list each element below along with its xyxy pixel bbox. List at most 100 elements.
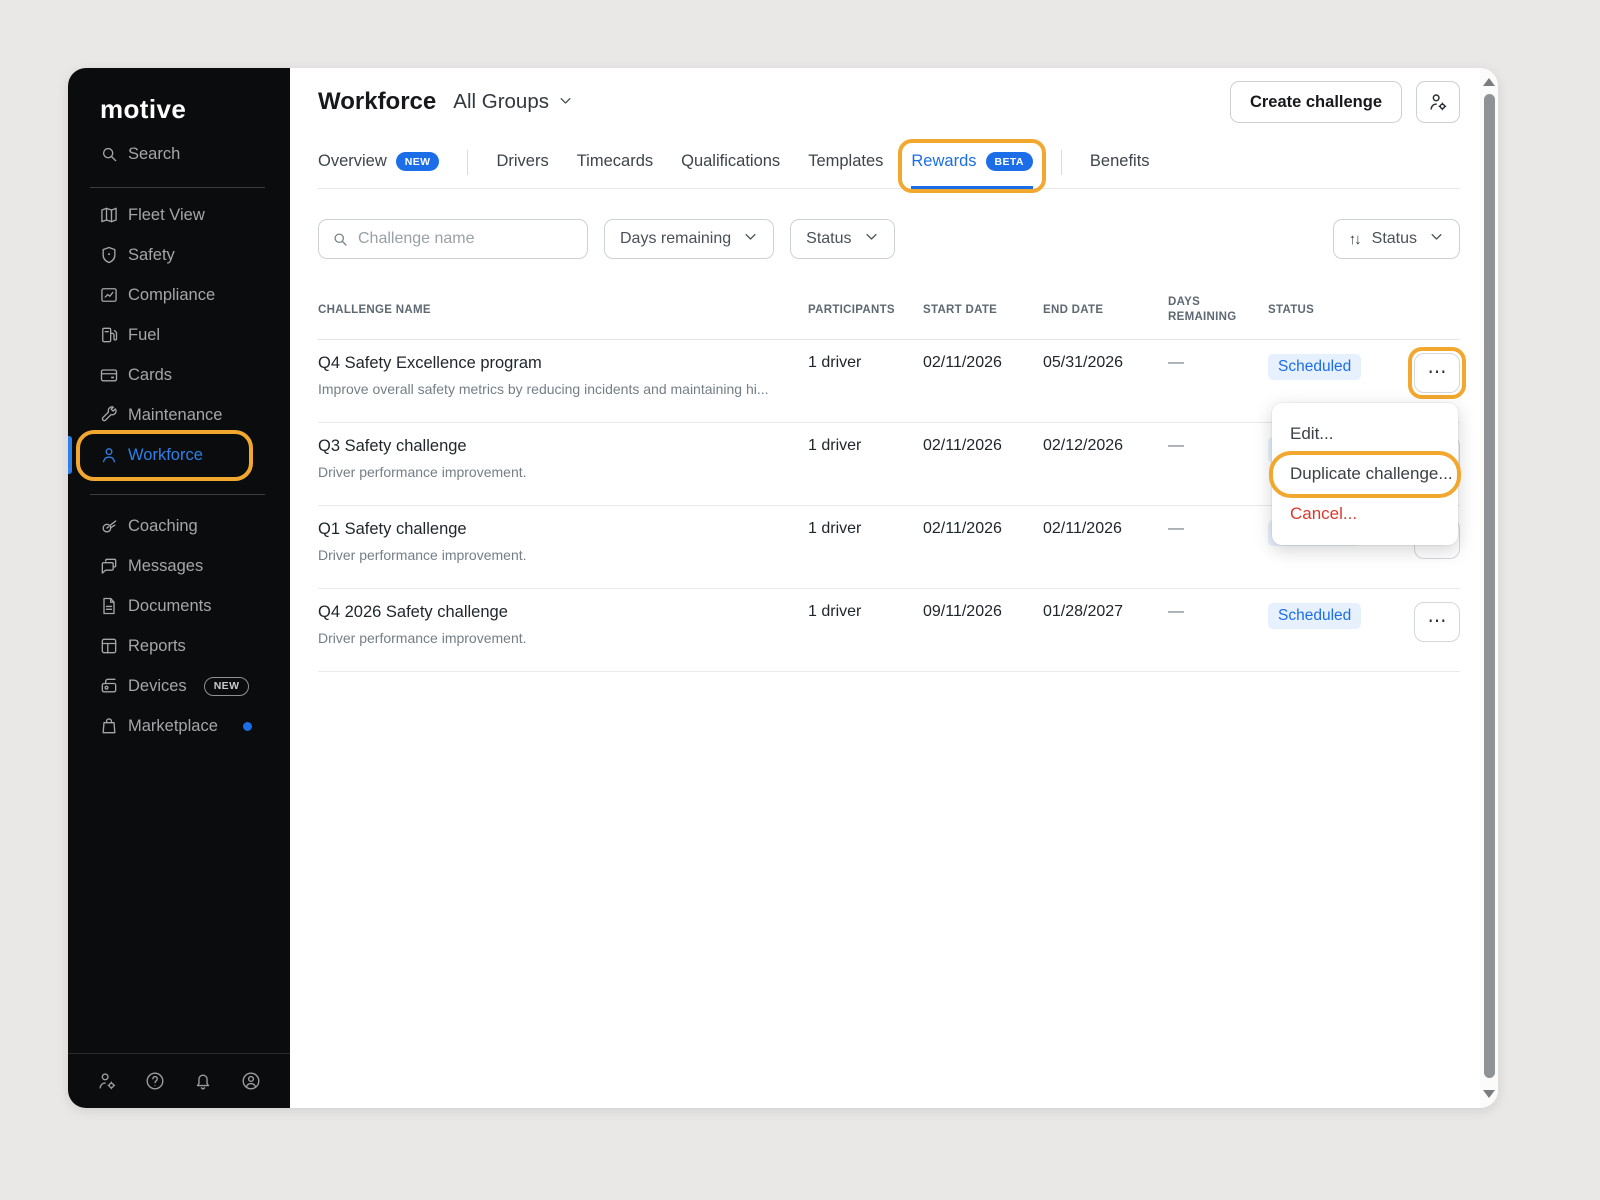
person-icon: [99, 445, 119, 465]
document-icon: [99, 596, 119, 616]
sort-selector-label: Status: [1372, 230, 1417, 248]
start-date-cell: 02/11/2026: [923, 423, 1043, 455]
sidebar-item-marketplace[interactable]: Marketplace: [68, 706, 290, 746]
days-remaining-filter-label: Days remaining: [620, 230, 731, 248]
bag-icon: [99, 716, 119, 736]
filter-bar: Days remaining Status ↑↓ Status: [318, 219, 1460, 259]
sidebar-item-label: Fuel: [128, 326, 160, 345]
end-date-cell: 02/11/2026: [1043, 506, 1168, 538]
days-remaining-filter[interactable]: Days remaining: [604, 219, 774, 259]
end-date-cell: 01/28/2027: [1043, 589, 1168, 621]
sort-selector[interactable]: ↑↓ Status: [1333, 219, 1460, 259]
table-header-cell: CHALLENGE NAME: [318, 303, 808, 318]
participants-cell: 1 driver: [808, 506, 923, 538]
sidebar-item-label: Cards: [128, 366, 172, 385]
menu-item-edit[interactable]: Edit...: [1272, 415, 1458, 453]
motive-logo: motive: [100, 94, 290, 125]
menu-item-label: Cancel...: [1290, 504, 1357, 524]
start-date-cell: 09/11/2026: [923, 589, 1043, 621]
tab-divider: [1061, 150, 1062, 175]
challenge-name: Q3 Safety challenge: [318, 437, 808, 456]
table-header-row: CHALLENGE NAMEPARTICIPANTSSTART DATEEND …: [318, 287, 1460, 340]
start-date-cell: 02/11/2026: [923, 506, 1043, 538]
sidebar-item-fuel[interactable]: Fuel: [68, 315, 290, 355]
status-filter-label: Status: [806, 230, 851, 248]
sidebar-item-search[interactable]: Search: [68, 134, 290, 174]
menu-item-duplicate-challenge[interactable]: Duplicate challenge...: [1272, 453, 1458, 495]
sidebar-item-label: Devices: [128, 677, 187, 696]
sidebar-item-workforce[interactable]: Workforce: [68, 435, 290, 475]
create-challenge-button[interactable]: Create challenge: [1230, 81, 1402, 123]
tab-timecards[interactable]: Timecards: [577, 152, 653, 189]
sidebar-item-label: Maintenance: [128, 406, 222, 425]
sidebar-item-safety[interactable]: Safety: [68, 235, 290, 275]
sidebar-item-reports[interactable]: Reports: [68, 626, 290, 666]
wrench-icon: [99, 405, 119, 425]
scrollbar-thumb[interactable]: [1484, 94, 1495, 1078]
status-badge: Scheduled: [1268, 603, 1361, 629]
tab-label: Templates: [808, 152, 883, 171]
table-header-cell: PARTICIPANTS: [808, 303, 923, 318]
table-header-cell: START DATE: [923, 303, 1043, 318]
sidebar-item-coaching[interactable]: Coaching: [68, 506, 290, 546]
shield-icon: [99, 245, 119, 265]
sidebar-divider: [90, 187, 265, 188]
sidebar-item-label: Workforce: [128, 446, 203, 465]
tab-label: Benefits: [1090, 152, 1150, 171]
report-icon: [99, 636, 119, 656]
participants-cell: 1 driver: [808, 340, 923, 372]
compliance-icon: [99, 285, 119, 305]
tab-label: Overview: [318, 152, 387, 171]
tab-bar: Overview NEW Drivers Timecards Qualifica…: [318, 150, 1460, 189]
tab-label: Timecards: [577, 152, 653, 171]
sidebar: motive Search Fleet View Safety Complian…: [68, 68, 290, 1108]
sidebar-item-label: Compliance: [128, 286, 215, 305]
challenge-search-input[interactable]: [358, 230, 575, 248]
sidebar-item-compliance[interactable]: Compliance: [68, 275, 290, 315]
tab-benefits[interactable]: Benefits: [1090, 152, 1150, 189]
tab-overview[interactable]: Overview NEW: [318, 152, 439, 189]
chevron-down-icon: [558, 90, 573, 114]
scroll-down-arrow[interactable]: [1483, 1090, 1495, 1098]
challenge-search-field[interactable]: [318, 219, 588, 259]
notifications-icon[interactable]: [192, 1070, 214, 1092]
days-remaining-cell: —: [1168, 340, 1268, 372]
challenge-name-cell[interactable]: Q4 Safety Excellence program Improve ove…: [318, 340, 808, 397]
sidebar-item-fleet-view[interactable]: Fleet View: [68, 195, 290, 235]
sidebar-item-maintenance[interactable]: Maintenance: [68, 395, 290, 435]
challenge-name-cell[interactable]: Q1 Safety challenge Driver performance i…: [318, 506, 808, 563]
help-icon[interactable]: [144, 1070, 166, 1092]
chevron-down-icon: [864, 229, 879, 249]
sidebar-item-label: Fleet View: [128, 206, 205, 225]
challenge-name-cell[interactable]: Q4 2026 Safety challenge Driver performa…: [318, 589, 808, 646]
group-selector[interactable]: All Groups: [453, 90, 573, 114]
sidebar-item-messages[interactable]: Messages: [68, 546, 290, 586]
sidebar-item-cards[interactable]: Cards: [68, 355, 290, 395]
user-settings-button[interactable]: [1416, 81, 1460, 123]
menu-item-cancel[interactable]: Cancel...: [1272, 495, 1458, 533]
tab-qualifications[interactable]: Qualifications: [681, 152, 780, 189]
header-actions: Create challenge: [1230, 81, 1460, 123]
search-icon: [331, 230, 349, 248]
challenge-name-cell[interactable]: Q3 Safety challenge Driver performance i…: [318, 423, 808, 480]
tab-divider: [467, 150, 468, 175]
status-cell: Scheduled: [1268, 589, 1414, 629]
sidebar-divider: [90, 494, 265, 495]
menu-item-label: Duplicate challenge...: [1290, 464, 1453, 484]
user-settings-icon[interactable]: [96, 1070, 118, 1092]
fuel-icon: [99, 325, 119, 345]
tab-templates[interactable]: Templates: [808, 152, 883, 189]
account-icon[interactable]: [240, 1070, 262, 1092]
row-menu-button[interactable]: ⋯: [1414, 602, 1460, 642]
tab-rewards[interactable]: Rewards BETA: [911, 152, 1033, 189]
row-menu-button[interactable]: ⋯: [1414, 353, 1460, 393]
status-filter[interactable]: Status: [790, 219, 894, 259]
beta-badge: BETA: [986, 152, 1033, 171]
days-remaining-cell: —: [1168, 589, 1268, 621]
sidebar-item-documents[interactable]: Documents: [68, 586, 290, 626]
chat-icon: [99, 556, 119, 576]
scroll-up-arrow[interactable]: [1483, 78, 1495, 86]
tab-drivers[interactable]: Drivers: [496, 152, 548, 189]
new-badge: NEW: [396, 152, 440, 171]
sidebar-item-devices[interactable]: Devices NEW: [68, 666, 290, 706]
